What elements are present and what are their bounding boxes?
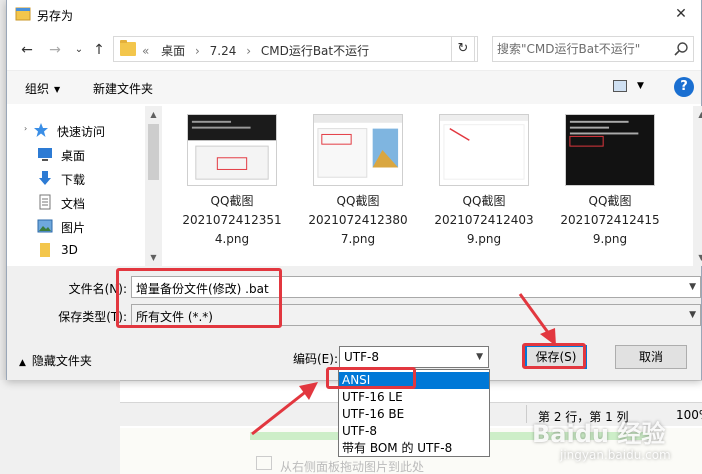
chevron-up-icon: ▲ xyxy=(19,358,26,368)
desktop-icon xyxy=(38,148,52,161)
save-as-dialog: 另存为 ✕ ← → ⌄ ↑ « 桌面 › 7.24 › CMD运行Bat不运行 … xyxy=(6,0,702,380)
file-item[interactable]: QQ截图 2021072412415 9.png xyxy=(543,114,667,254)
thumbnail-console-screenshot-icon xyxy=(565,114,655,186)
encoding-option-utf16le[interactable]: UTF-16 LE xyxy=(339,389,489,406)
search-input[interactable] xyxy=(497,40,669,58)
close-button[interactable]: ✕ xyxy=(661,0,701,28)
encoding-option-utf16be[interactable]: UTF-16 BE xyxy=(339,406,489,423)
up-button[interactable]: ↑ xyxy=(89,40,109,60)
sidebar-item-label: 快速访问 xyxy=(57,125,106,139)
chevron-down-icon[interactable]: ▼ xyxy=(689,310,696,320)
hide-folders-label: 隐藏文件夹 xyxy=(31,354,92,368)
recent-locations-button[interactable]: ⌄ xyxy=(69,40,89,60)
command-bar: 组织 ▼ 新建文件夹 ▼ ? xyxy=(7,70,701,104)
scroll-up-icon[interactable]: ▲ xyxy=(145,106,162,123)
encoding-option-ansi[interactable]: ANSI xyxy=(339,372,489,389)
chevron-down-icon[interactable]: ▼ xyxy=(689,282,696,292)
sidebar-item-label: 3D xyxy=(61,243,78,257)
breadcrumb-item-desktop[interactable]: 桌面 xyxy=(161,44,185,58)
scroll-down-icon[interactable]: ▼ xyxy=(693,249,702,266)
organize-button[interactable]: 组织 ▼ xyxy=(25,80,60,97)
filetype-label: 保存类型(T): xyxy=(58,310,127,324)
file-item[interactable]: QQ截图 2021072412351 4.png xyxy=(165,114,289,254)
chevron-right-icon[interactable]: › xyxy=(24,124,27,133)
title-bar: 另存为 ✕ xyxy=(7,0,701,30)
document-icon xyxy=(39,194,51,210)
chevron-down-icon: ▼ xyxy=(54,85,61,94)
image-placeholder-icon xyxy=(256,456,272,470)
breadcrumb-item-7-24[interactable]: 7.24 xyxy=(210,44,237,58)
file-name: QQ截图 2021072412415 9.png xyxy=(560,194,660,246)
view-options-icon[interactable] xyxy=(613,80,627,92)
refresh-button[interactable]: ↻ xyxy=(451,36,475,62)
file-name: QQ截图 2021072412351 4.png xyxy=(182,194,282,246)
thumbnail-explorer-screenshot-icon xyxy=(313,114,403,186)
breadcrumb: « 桌面 › 7.24 › CMD运行Bat不运行 xyxy=(142,42,369,59)
filename-label: 文件名(N): xyxy=(68,282,127,296)
baidu-watermark-logo: Baidu 经验 xyxy=(532,420,666,448)
file-name: QQ截图 2021072412380 7.png xyxy=(308,194,408,246)
scroll-down-icon[interactable]: ▼ xyxy=(145,249,162,266)
star-icon xyxy=(34,123,48,137)
navigation-bar: ← → ⌄ ↑ « 桌面 › 7.24 › CMD运行Bat不运行 ↻ xyxy=(7,30,701,70)
chevron-down-icon[interactable]: ▼ xyxy=(637,81,644,91)
address-bar[interactable]: « 桌面 › 7.24 › CMD运行Bat不运行 xyxy=(113,36,478,62)
drag-hint-text: 从右侧面板拖动图片到此处 xyxy=(280,460,425,474)
status-zoom: 100% xyxy=(676,408,702,422)
file-name: QQ截图 2021072412403 9.png xyxy=(434,194,534,246)
navigation-pane-scrollbar[interactable]: ▲ ▼ xyxy=(145,106,162,266)
help-button[interactable]: ? xyxy=(674,77,694,97)
thumbnail-cmd-screenshot-icon xyxy=(187,114,277,186)
breadcrumb-separator: › xyxy=(195,44,200,58)
folder-icon xyxy=(120,40,136,56)
encoding-value: UTF-8 xyxy=(344,350,379,364)
breadcrumb-item-current[interactable]: CMD运行Bat不运行 xyxy=(261,44,369,58)
status-separator xyxy=(526,405,527,423)
download-icon xyxy=(39,171,51,185)
breadcrumb-separator: › xyxy=(246,44,252,58)
hide-folders-button[interactable]: ▲ 隐藏文件夹 xyxy=(19,352,92,369)
baidu-watermark-url: jingyan.baidu.com xyxy=(560,448,671,462)
encoding-option-utf8[interactable]: UTF-8 xyxy=(339,423,489,440)
back-button[interactable]: ← xyxy=(17,40,37,60)
save-fields: 文件名(N): 增量备份文件(修改) .bat ▼ 保存类型(T): 所有文件 … xyxy=(7,266,701,326)
cancel-button[interactable]: 取消 xyxy=(615,345,687,369)
encoding-option-utf8-bom[interactable]: 带有 BOM 的 UTF-8 xyxy=(339,440,489,457)
sidebar-item-label: 文档 xyxy=(61,197,86,211)
encoding-dropdown-list: ANSI UTF-16 LE UTF-16 BE UTF-8 带有 BOM 的 … xyxy=(338,369,490,457)
save-button[interactable]: 保存(S) xyxy=(525,345,587,369)
picture-icon xyxy=(37,219,53,233)
forward-button[interactable]: → xyxy=(45,40,65,60)
folder-icon xyxy=(40,243,50,257)
scroll-up-icon[interactable]: ▲ xyxy=(693,106,702,123)
sidebar-item-label: 桌面 xyxy=(61,149,86,163)
scrollbar-thumb[interactable] xyxy=(148,124,159,180)
search-box[interactable] xyxy=(492,36,694,62)
dialog-title: 另存为 xyxy=(37,9,74,23)
search-icon[interactable] xyxy=(673,41,689,57)
filetype-select[interactable]: 所有文件 (*.*) ▼ xyxy=(131,304,701,326)
file-item[interactable]: QQ截图 2021072412403 9.png xyxy=(417,114,541,254)
breadcrumb-overflow[interactable]: « xyxy=(142,44,149,58)
filename-field[interactable]: 增量备份文件(修改) .bat ▼ xyxy=(131,276,701,298)
thumbnail-blank-screenshot-icon xyxy=(439,114,529,186)
notepad-icon xyxy=(15,7,31,21)
file-item[interactable]: QQ截图 2021072412380 7.png xyxy=(291,114,415,254)
sidebar-item-label: 图片 xyxy=(61,221,86,235)
file-list: QQ截图 2021072412351 4.png QQ截图 2021072412380… xyxy=(165,106,702,266)
encoding-label: 编码(E): xyxy=(293,352,338,366)
filetype-value: 所有文件 (*.*) xyxy=(136,310,213,324)
organize-label: 组织 xyxy=(25,82,50,96)
chevron-down-icon[interactable]: ▼ xyxy=(476,352,483,362)
filename-value[interactable]: 增量备份文件(修改) .bat xyxy=(136,280,269,297)
sidebar-item-label: 下载 xyxy=(61,173,86,187)
file-list-scrollbar[interactable]: ▲ ▼ xyxy=(693,106,702,266)
navigation-pane: › 快速访问 桌面 ⊥ 下载 ⊥ 文档 ⊥ 图片 ⊥ 3D ▲ xyxy=(7,106,163,266)
encoding-select[interactable]: UTF-8 ▼ xyxy=(339,346,489,368)
new-folder-button[interactable]: 新建文件夹 xyxy=(93,80,153,97)
